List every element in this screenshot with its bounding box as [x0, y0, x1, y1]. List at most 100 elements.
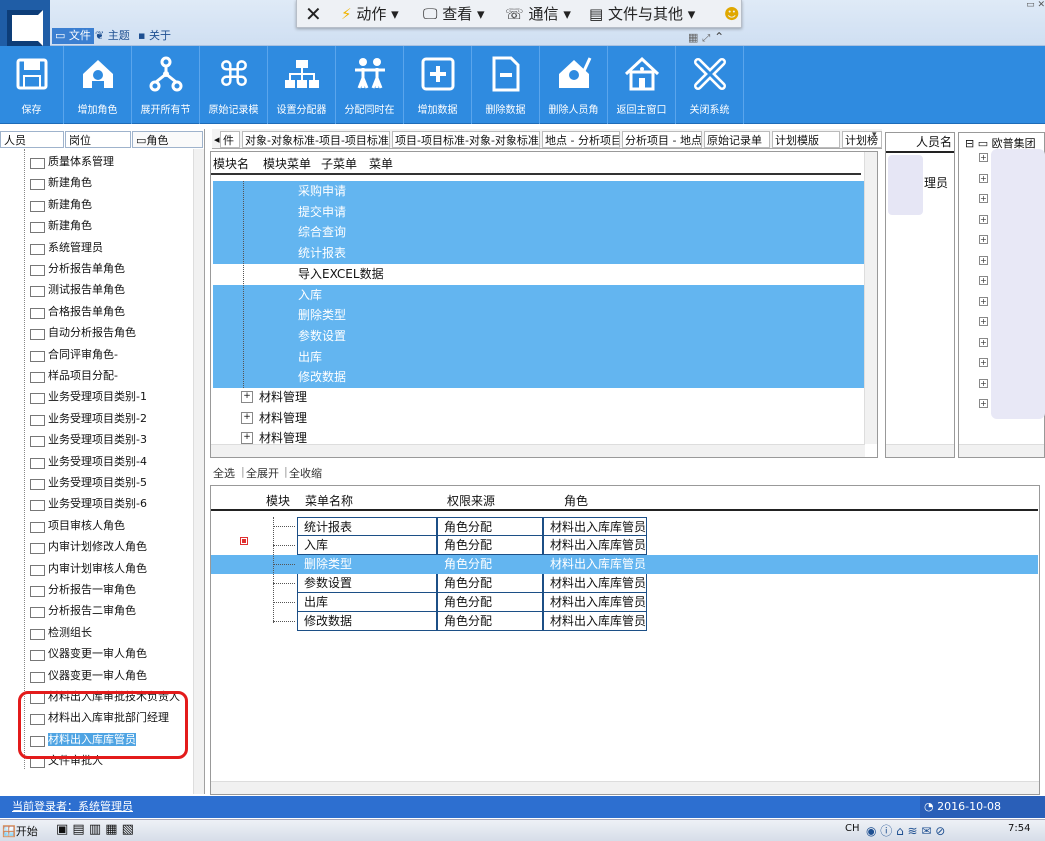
menu-group-node[interactable]: 材料管理 — [241, 408, 307, 428]
add-role-button[interactable]: 增加角色 — [64, 46, 132, 124]
raw-record-template-button[interactable]: ⌘ 原始记录模 — [200, 46, 268, 124]
remove-person-role-button[interactable]: 删除人员角 — [540, 46, 608, 124]
menu-row[interactable]: 综合查询 — [213, 222, 867, 244]
doc-tab[interactable]: 地点 - 分析项目 — [542, 131, 620, 148]
select-all-button[interactable]: 全选 — [213, 465, 235, 481]
role-tree-item[interactable]: 测试报告单角色 — [30, 280, 125, 300]
table-row[interactable]: 统计报表 角色分配 材料出入库库管员 — [211, 517, 1038, 536]
org-hscrollbar[interactable] — [959, 444, 1044, 457]
org-expand-icon[interactable]: + — [979, 214, 988, 224]
ime-indicator[interactable]: CH — [845, 823, 860, 834]
role-tree-item[interactable]: 样品项目分配- — [30, 366, 118, 386]
expand-icon[interactable]: ⤢ — [702, 33, 710, 44]
menu-tree-hscrollbar[interactable] — [211, 444, 865, 457]
menu-row[interactable]: 删除类型 — [213, 305, 867, 327]
menu-tree-vscrollbar[interactable] — [864, 152, 877, 444]
org-expand-icon[interactable]: + — [979, 317, 988, 326]
tabs-scroll-left-icon[interactable]: ◂ — [212, 131, 220, 148]
menu-row[interactable]: 修改数据 — [213, 367, 867, 389]
detail-hscrollbar[interactable] — [211, 781, 1039, 794]
close-system-button[interactable]: 关闭系统 — [676, 46, 744, 124]
org-expand-icon[interactable]: + — [979, 358, 988, 367]
collapse-all-link[interactable]: 全收缩 — [289, 465, 322, 481]
role-tree-item[interactable]: 合格报告单角色 — [30, 302, 125, 322]
doc-tab[interactable]: 件 — [220, 131, 240, 148]
set-distributor-button[interactable]: 设置分配器 — [268, 46, 336, 124]
delete-data-button[interactable]: 删除数据 — [472, 46, 540, 124]
role-tree-item[interactable]: 新建角色 — [30, 173, 92, 193]
window-controls[interactable]: ▭ ✕ — [1000, 0, 1045, 12]
save-button[interactable]: 保存 — [0, 46, 64, 124]
menu-group-node[interactable]: 材料管理 — [241, 387, 307, 407]
expand-all-link[interactable]: 全展开 — [246, 465, 279, 481]
doc-tab[interactable]: 原始记录单 — [704, 131, 770, 148]
role-tree-item[interactable]: 业务受理项目类别-5 — [30, 473, 147, 493]
role-tree-item[interactable]: 仪器变更一审人角色 — [30, 644, 147, 664]
org-expand-icon[interactable]: + — [979, 173, 988, 183]
role-tree-item[interactable]: 业务受理项目类别-4 — [30, 452, 147, 472]
grid-icon[interactable]: ▦ — [688, 31, 698, 44]
tab-roles[interactable]: ▭角色 — [132, 131, 203, 148]
role-tree-item[interactable]: 仪器变更一审人角色 — [30, 666, 147, 686]
role-tree-item[interactable]: 系统管理员 — [30, 238, 103, 258]
person-hscrollbar[interactable] — [886, 444, 954, 457]
return-main-button[interactable]: 返回主窗口 — [608, 46, 676, 124]
role-tree-item[interactable]: 自动分析报告角色 — [30, 323, 136, 343]
action-menu[interactable]: ⚡ 动作 ▾ — [341, 3, 399, 25]
org-expand-icon[interactable]: + — [979, 276, 988, 285]
role-tree-item[interactable]: 业务受理项目类别-2 — [30, 409, 147, 429]
menu-row[interactable]: 导入EXCEL数据 — [213, 264, 867, 285]
role-tree-item[interactable]: 分析报告单角色 — [30, 259, 125, 279]
close-remote-icon[interactable]: ✕ — [305, 3, 322, 25]
expand-all-button[interactable]: 展开所有节 — [132, 46, 200, 124]
role-tree-item[interactable]: 分析报告二审角色 — [30, 601, 136, 621]
add-data-button[interactable]: 增加数据 — [404, 46, 472, 124]
menu-row[interactable]: 出库 — [213, 346, 867, 368]
table-row[interactable]: 修改数据 角色分配 材料出入库库管员 — [211, 612, 1038, 631]
chevron-up-icon[interactable]: ⌃ — [714, 30, 724, 44]
menu-row[interactable]: 入库 — [213, 284, 867, 306]
org-expand-icon[interactable]: + — [979, 255, 988, 265]
table-row[interactable]: 参数设置 角色分配 材料出入库库管员 — [211, 574, 1038, 593]
role-tree-item[interactable]: 内审计划审核人角色 — [30, 559, 147, 579]
org-expand-icon[interactable]: + — [979, 296, 988, 306]
tab-file[interactable]: ▭ 文件 — [52, 28, 94, 44]
menu-row[interactable]: 采购申请 — [213, 181, 867, 202]
tray-icons[interactable]: ◉ ⓘ ⌂ ≋ ✉ ⊘ — [866, 822, 945, 839]
doc-tab[interactable]: 计划模版 — [772, 131, 840, 148]
org-expand-icon[interactable]: + — [979, 399, 988, 408]
menu-row[interactable]: 统计报表 — [213, 243, 867, 265]
role-tree-item[interactable]: 新建角色 — [30, 195, 92, 215]
role-tree-item[interactable]: 合同评审角色- — [30, 345, 118, 365]
doc-tab[interactable]: 项目-项目标准-对象-对象标准 — [392, 131, 540, 148]
role-tree-item[interactable]: 业务受理项目类别-1 — [30, 387, 147, 407]
tabs-dropdown-icon[interactable]: ▾ — [872, 130, 882, 148]
comm-menu[interactable]: ☏ 通信 ▾ — [505, 3, 571, 25]
taskbar-app-icons[interactable]: ▣ ▤ ▥ ▦ ▧ — [56, 822, 134, 837]
menu-row[interactable]: 参数设置 — [213, 325, 867, 347]
files-menu[interactable]: ▤ 文件与其他 ▾ — [589, 3, 695, 25]
table-row[interactable]: 删除类型 角色分配 材料出入库库管员 — [211, 555, 1038, 574]
org-expand-icon[interactable]: + — [979, 235, 988, 244]
assign-simultaneous-button[interactable]: 分配同时在 — [336, 46, 404, 124]
person-row[interactable]: 理员 — [924, 175, 948, 191]
menu-row[interactable]: 提交申请 — [213, 201, 867, 223]
doc-tab[interactable]: 分析项目 - 地点 — [622, 131, 702, 148]
smiley-icon[interactable]: ☻ — [724, 3, 740, 25]
start-button[interactable]: 🪟开始 — [2, 823, 38, 839]
role-tree-item[interactable]: 业务受理项目类别-3 — [30, 430, 147, 450]
table-row[interactable]: 入库 角色分配 材料出入库库管员 — [211, 536, 1038, 555]
role-tree-scrollbar[interactable] — [193, 149, 204, 794]
tab-about[interactable]: ▪ 关于 — [135, 28, 174, 44]
doc-tab[interactable]: 对象-对象标准-项目-项目标准 — [242, 131, 390, 148]
tab-theme[interactable]: ❦ 主题 — [92, 28, 133, 44]
role-tree-item[interactable]: 业务受理项目类别-6 — [30, 494, 147, 514]
org-expand-icon[interactable]: + — [979, 378, 988, 388]
tab-position[interactable]: 岗位 — [65, 131, 131, 148]
role-tree-item[interactable]: 内审计划修改人角色 — [30, 537, 147, 557]
role-tree-item[interactable]: 分析报告一审角色 — [30, 580, 136, 600]
role-tree-item[interactable]: 质量体系管理 — [30, 152, 114, 172]
role-tree-item[interactable]: 检测组长 — [30, 623, 92, 643]
role-tree-item[interactable]: 项目审核人角色 — [30, 516, 125, 536]
table-row[interactable]: 出库 角色分配 材料出入库库管员 — [211, 593, 1038, 612]
